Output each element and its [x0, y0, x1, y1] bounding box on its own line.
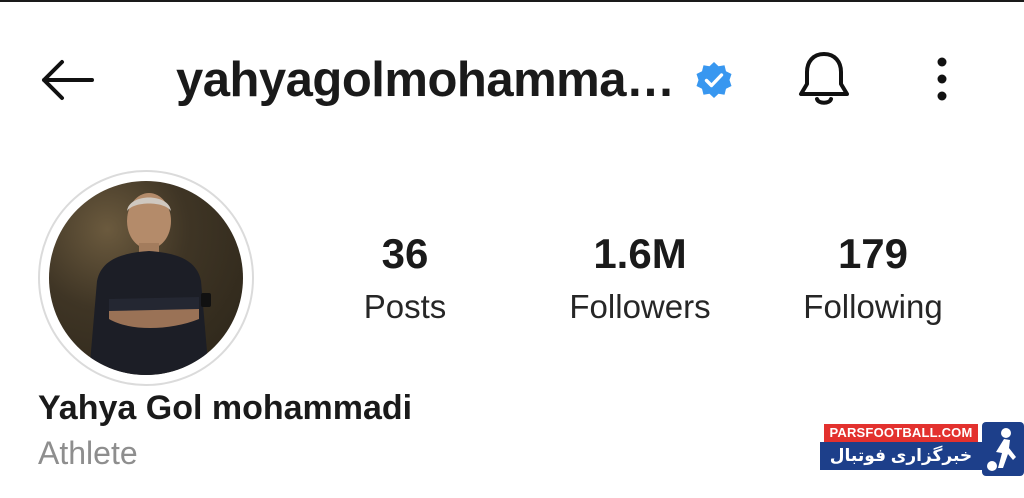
profile-username: yahyagolmohamma…: [176, 53, 675, 107]
followers-stat[interactable]: 1.6M Followers: [540, 222, 740, 332]
posts-count: 36: [381, 230, 429, 277]
person-silhouette-icon: [89, 193, 211, 375]
arrow-left-icon: [42, 60, 94, 100]
following-stat[interactable]: 179 Following: [780, 222, 966, 332]
profile-category: Athlete: [38, 435, 138, 471]
following-count: 179: [837, 230, 909, 277]
posts-stat[interactable]: 36 Posts: [330, 222, 480, 332]
profile-full-name: Yahya Gol mohammadi: [38, 389, 413, 427]
profile-avatar[interactable]: [38, 170, 254, 386]
avatar-photo: [49, 181, 243, 375]
followers-count: 1.6M: [593, 230, 687, 277]
back-button[interactable]: [30, 50, 102, 110]
bell-icon: [799, 52, 849, 105]
more-vertical-icon: [937, 57, 947, 101]
top-divider: [0, 0, 1024, 2]
posts-label: Posts: [363, 288, 447, 325]
verified-badge-icon: [696, 62, 732, 98]
watermark-site: PARSFOOTBALL.COM: [824, 424, 978, 442]
notifications-button[interactable]: [792, 46, 856, 112]
followers-label: Followers: [569, 288, 711, 325]
watermark-tagline: خبرگزاری فوتبال ایران: [820, 442, 982, 493]
site-watermark: PARSFOOTBALL.COM خبرگزاری فوتبال ایران: [820, 422, 1024, 493]
watermark-logo-icon: [982, 422, 1024, 476]
more-options-button[interactable]: [920, 50, 964, 110]
following-label: Following: [803, 288, 943, 325]
